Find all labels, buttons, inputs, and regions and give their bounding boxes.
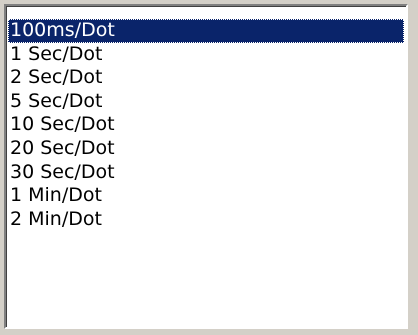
list-item-10-sec-per-dot[interactable]: 10 Sec/Dot — [8, 113, 404, 137]
sampling-rate-listbox[interactable]: 100ms/Dot 1 Sec/Dot 2 Sec/Dot 5 Sec/Dot … — [4, 4, 408, 329]
list-item-30-sec-per-dot[interactable]: 30 Sec/Dot — [8, 161, 404, 185]
list-item-1-min-per-dot[interactable]: 1 Min/Dot — [8, 184, 404, 208]
list-item-5-sec-per-dot[interactable]: 5 Sec/Dot — [8, 90, 404, 114]
listbox-items: 100ms/Dot 1 Sec/Dot 2 Sec/Dot 5 Sec/Dot … — [8, 19, 404, 231]
list-item-2-sec-per-dot[interactable]: 2 Sec/Dot — [8, 66, 404, 90]
list-item-20-sec-per-dot[interactable]: 20 Sec/Dot — [8, 137, 404, 161]
list-item-2-min-per-dot[interactable]: 2 Min/Dot — [8, 208, 404, 232]
list-item-100ms-per-dot[interactable]: 100ms/Dot — [8, 19, 404, 43]
list-item-1-sec-per-dot[interactable]: 1 Sec/Dot — [8, 43, 404, 67]
